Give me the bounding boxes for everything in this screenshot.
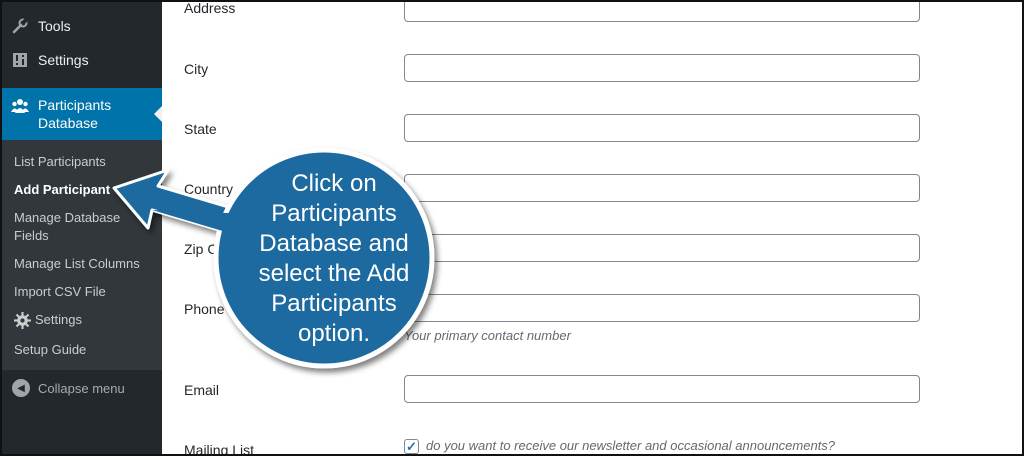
- callout-annotation: [112, 147, 435, 369]
- screenshot-frame: Tools Settings Participants Database Lis…: [0, 0, 1024, 456]
- callout-line: select the Add: [258, 260, 410, 287]
- callout-line: Database and: [259, 230, 409, 257]
- callout-line: Participants: [271, 290, 397, 317]
- callout-line: Click on: [291, 170, 377, 197]
- callout-line: Participants: [271, 200, 397, 227]
- callout-line: option.: [297, 320, 371, 347]
- callout-text: Click on Participants Database and selec…: [234, 164, 434, 354]
